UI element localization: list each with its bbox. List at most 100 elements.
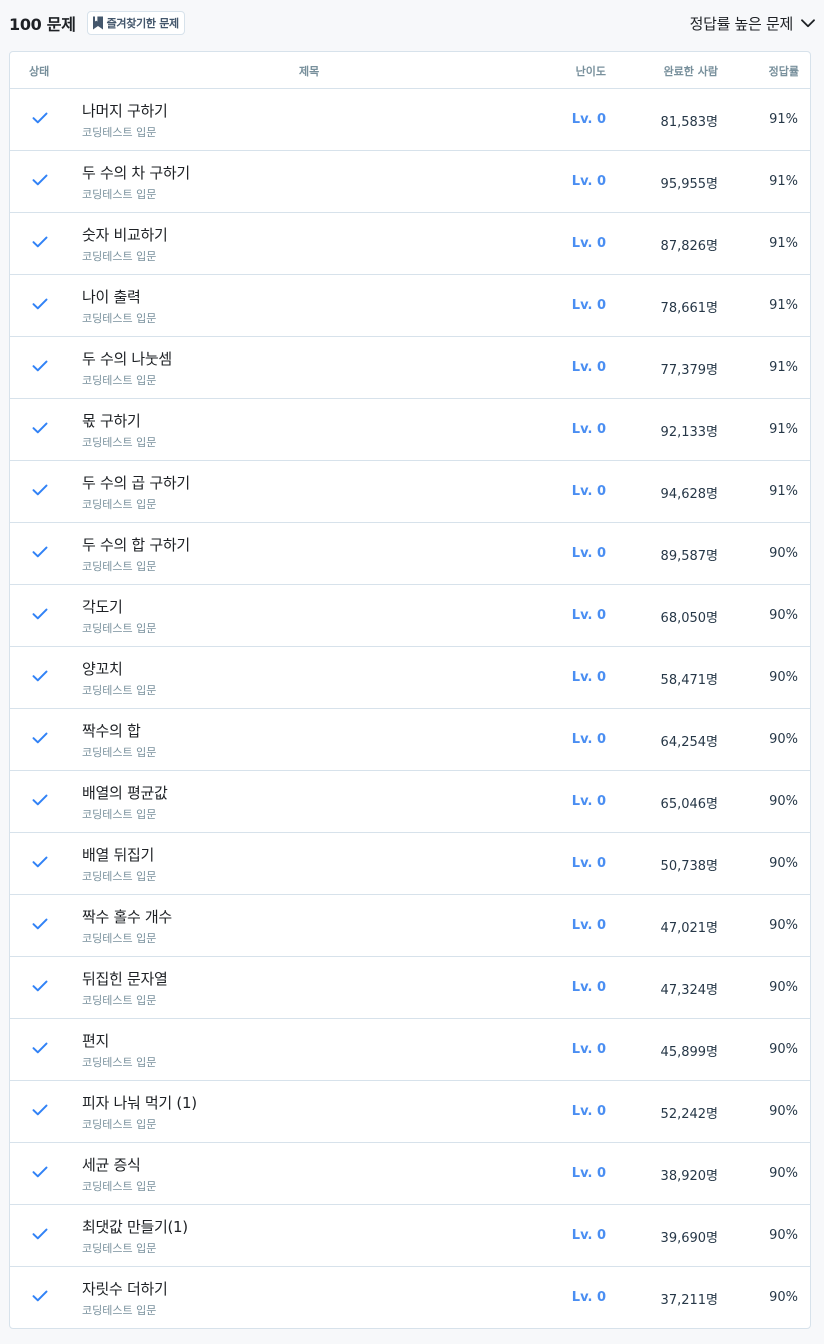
completed-count: 87,826명 (660, 239, 718, 254)
table-row[interactable]: 세균 증식 코딩테스트 입문 Lv. 0 38,920명 90% (10, 1143, 810, 1205)
table-row[interactable]: 짝수 홀수 개수 코딩테스트 입문 Lv. 0 47,021명 90% (10, 895, 810, 957)
problem-category: 코딩테스트 입문 (82, 994, 157, 1007)
problem-category: 코딩테스트 입문 (82, 498, 157, 511)
table-row[interactable]: 두 수의 곱 구하기 코딩테스트 입문 Lv. 0 94,628명 91% (10, 461, 810, 523)
problem-title-link[interactable]: 나이 출력 (82, 286, 141, 307)
problem-category: 코딩테스트 입문 (82, 932, 157, 945)
completed-count: 65,046명 (660, 797, 718, 812)
table-row[interactable]: 최댓값 만들기(1) 코딩테스트 입문 Lv. 0 39,690명 90% (10, 1205, 810, 1267)
problem-category: 코딩테스트 입문 (82, 746, 157, 759)
problem-category: 코딩테스트 입문 (82, 436, 157, 449)
problem-level: Lv. 0 (571, 1166, 606, 1181)
problem-title-link[interactable]: 몫 구하기 (82, 410, 141, 431)
table-row[interactable]: 배열의 평균값 코딩테스트 입문 Lv. 0 65,046명 90% (10, 771, 810, 833)
accuracy-rate: 91% (769, 298, 798, 313)
problem-title-link[interactable]: 자릿수 더하기 (82, 1278, 168, 1299)
table-row[interactable]: 짝수의 합 코딩테스트 입문 Lv. 0 64,254명 90% (10, 709, 810, 771)
problem-level: Lv. 0 (571, 112, 606, 127)
table-row[interactable]: 피자 나눠 먹기 (1) 코딩테스트 입문 Lv. 0 52,242명 90% (10, 1081, 810, 1143)
sort-dropdown-label: 정답률 높은 문제 (689, 14, 794, 33)
problem-level: Lv. 0 (571, 174, 606, 189)
table-row[interactable]: 양꼬치 코딩테스트 입문 Lv. 0 58,471명 90% (10, 647, 810, 709)
table-row[interactable]: 두 수의 합 구하기 코딩테스트 입문 Lv. 0 89,587명 90% (10, 523, 810, 585)
table-body: 나머지 구하기 코딩테스트 입문 Lv. 0 81,583명 91% 두 수의 차 구하기… (10, 89, 810, 1328)
accuracy-rate: 90% (769, 980, 798, 995)
table-row[interactable]: 배열 뒤집기 코딩테스트 입문 Lv. 0 50,738명 90% (10, 833, 810, 895)
column-header-level[interactable]: 난이도 (576, 63, 606, 79)
accuracy-rate: 90% (769, 856, 798, 871)
problem-level: Lv. 0 (571, 236, 606, 251)
bookmark-filter-label: 즐겨찾기한 문제 (106, 17, 180, 30)
table-row[interactable]: 몫 구하기코딩테스트 입문 Lv. 0 92,133명 91% (10, 399, 810, 461)
problem-title-link[interactable]: 배열 뒤집기 (82, 844, 154, 865)
problem-category: 코딩테스트 입문 (82, 250, 157, 263)
completed-count: 58,471명 (660, 673, 718, 688)
problem-title-link[interactable]: 세균 증식 (82, 1154, 141, 1175)
problem-level: Lv. 0 (571, 1290, 606, 1305)
problem-title-link[interactable]: 짝수의 합 (82, 720, 141, 741)
accuracy-rate: 90% (769, 608, 798, 623)
problem-title-link[interactable]: 두 수의 차 구하기 (82, 162, 190, 183)
problem-title-link[interactable]: 피자 나눠 먹기 (1) (82, 1092, 197, 1113)
problem-title-link[interactable]: 두 수의 나눗셈 (82, 348, 172, 369)
table-header: 상태 제목 난이도 완료한 사람 정답률 (10, 52, 810, 89)
completed-count: 78,661명 (660, 301, 718, 316)
problem-category: 코딩테스트 입문 (82, 374, 157, 387)
completed-count: 37,211명 (660, 1293, 718, 1308)
problem-title-link[interactable]: 최댓값 만들기(1) (82, 1216, 188, 1237)
accuracy-rate: 90% (769, 794, 798, 809)
problem-level: Lv. 0 (571, 980, 606, 995)
accuracy-rate: 90% (769, 1290, 798, 1305)
problem-category: 코딩테스트 입문 (82, 1180, 157, 1193)
completed-count: 38,920명 (660, 1169, 718, 1184)
accuracy-rate: 90% (769, 1104, 798, 1119)
list-header: 100 문제 즐겨찾기한 문제 정답률 높은 문제 (9, 10, 815, 36)
bookmark-filter-button[interactable]: 즐겨찾기한 문제 (86, 11, 185, 35)
table-row[interactable]: 각도기 코딩테스트 입문 Lv. 0 68,050명 90% (10, 585, 810, 647)
sort-dropdown[interactable]: 정답률 높은 문제 (690, 13, 815, 34)
problem-level: Lv. 0 (571, 670, 606, 685)
column-header-rate[interactable]: 정답률 (769, 63, 799, 79)
problem-title-link[interactable]: 두 수의 곱 구하기 (82, 472, 190, 493)
table-row[interactable]: 뒤집힌 문자열 코딩테스트 입문 Lv. 0 47,324명 90% (10, 957, 810, 1019)
table-row[interactable]: 두 수의 차 구하기 코딩테스트 입문 Lv. 0 95,955명 91% (10, 151, 810, 213)
completed-count: 95,955명 (660, 177, 718, 192)
problem-level: Lv. 0 (571, 298, 606, 313)
problem-category: 코딩테스트 입문 (82, 312, 157, 325)
problem-title-link[interactable]: 각도기 (82, 596, 123, 617)
table-row[interactable]: 두 수의 나눗셈 코딩테스트 입문 Lv. 0 77,379명 91% (10, 337, 810, 399)
problem-level: Lv. 0 (571, 422, 606, 437)
problem-level: Lv. 0 (571, 484, 606, 499)
problem-level: Lv. 0 (571, 360, 606, 375)
accuracy-rate: 91% (769, 484, 798, 499)
problem-level: Lv. 0 (571, 856, 606, 871)
problem-title-link[interactable]: 숫자 비교하기 (82, 224, 168, 245)
problem-title-link[interactable]: 나머지 구하기 (82, 100, 168, 121)
problem-level: Lv. 0 (571, 1042, 606, 1057)
problem-title-link[interactable]: 두 수의 합 구하기 (82, 534, 190, 555)
problem-category: 코딩테스트 입문 (82, 1304, 157, 1317)
problem-table: 상태 제목 난이도 완료한 사람 정답률 나머지 구하기 코딩테스트 입문 Lv. … (9, 51, 811, 1329)
column-header-title: 제목 (299, 65, 320, 78)
problem-title-link[interactable]: 배열의 평균값 (82, 782, 168, 803)
problem-title-link[interactable]: 짝수 홀수 개수 (82, 906, 172, 927)
table-row[interactable]: 나이 출력코딩테스트 입문 Lv. 0 78,661명 91% (10, 275, 810, 337)
accuracy-rate: 91% (769, 422, 798, 437)
problem-level: Lv. 0 (571, 546, 606, 561)
table-row[interactable]: 숫자 비교하기코딩테스트 입문 Lv. 0 87,826명 91% (10, 213, 810, 275)
accuracy-rate: 91% (769, 236, 798, 251)
completed-count: 68,050명 (660, 611, 718, 626)
problem-title-link[interactable]: 뒤집힌 문자열 (82, 968, 168, 989)
accuracy-rate: 91% (769, 112, 798, 127)
problem-category: 코딩테스트 입문 (82, 870, 157, 883)
problem-title-link[interactable]: 양꼬치 (82, 658, 123, 679)
column-header-completed[interactable]: 완료한 사람 (664, 63, 718, 79)
table-row[interactable]: 편지 코딩테스트 입문 Lv. 0 45,899명 90% (10, 1019, 810, 1081)
problem-title-link[interactable]: 편지 (82, 1030, 109, 1051)
table-row[interactable]: 나머지 구하기 코딩테스트 입문 Lv. 0 81,583명 91% (10, 89, 810, 151)
accuracy-rate: 91% (769, 174, 798, 189)
completed-count: 92,133명 (660, 425, 718, 440)
table-row[interactable]: 자릿수 더하기코딩테스트 입문 Lv. 0 37,211명 90% (10, 1267, 810, 1328)
problem-category: 코딩테스트 입문 (82, 560, 157, 573)
completed-count: 64,254명 (660, 735, 718, 750)
